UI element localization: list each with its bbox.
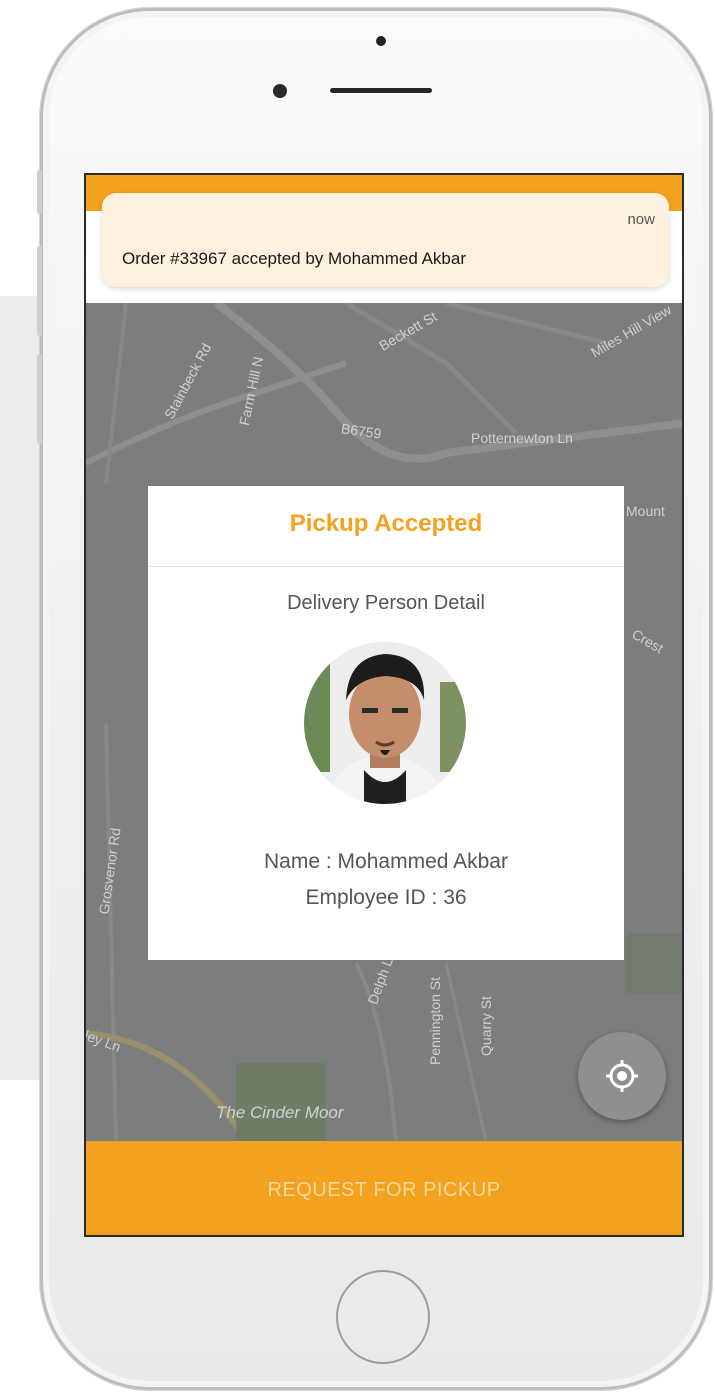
notification-message: Order #33967 accepted by Mohammed Akbar [122, 249, 466, 268]
dialog-divider [148, 566, 624, 567]
proximity-sensor [273, 84, 287, 98]
home-button[interactable] [336, 1270, 430, 1364]
my-location-icon [606, 1060, 638, 1092]
map-label: The Cinder Moor [216, 1103, 344, 1122]
pickup-accepted-dialog: Pickup Accepted Delivery Person Detail N… [148, 486, 624, 960]
employee-id-row: Employee ID : 36 [148, 886, 624, 910]
push-notification[interactable]: now Order #33967 accepted by Mohammed Ak… [102, 193, 669, 287]
name-row: Name : Mohammed Akbar [148, 850, 624, 874]
map-label: Mount [626, 503, 665, 519]
name-value: Mohammed Akbar [337, 850, 508, 873]
phone-screen: Stainbeck Rd Farm Hill N B6759 Potternew… [84, 173, 684, 1237]
notification-time: now [627, 211, 655, 228]
map-label: Quarry St [477, 996, 494, 1056]
dialog-subtitle: Delivery Person Detail [287, 592, 485, 614]
my-location-button[interactable] [578, 1032, 666, 1120]
employee-id-value: 36 [443, 886, 467, 909]
volume-up-button [37, 246, 42, 336]
avatar-photo [304, 642, 466, 804]
map-label: Potternewton Ln [471, 430, 573, 446]
front-camera [376, 36, 386, 46]
volume-down-button [37, 354, 42, 444]
dialog-title: Pickup Accepted [289, 510, 483, 537]
mute-switch [37, 170, 42, 214]
name-label: Name : [264, 850, 332, 873]
employee-id-label: Employee ID : [305, 886, 438, 909]
map-label: Pennington St [426, 977, 443, 1065]
request-pickup-button[interactable]: REQUEST FOR PICKUP [86, 1141, 682, 1235]
delivery-person-avatar [304, 642, 466, 804]
earpiece-speaker [330, 88, 432, 93]
